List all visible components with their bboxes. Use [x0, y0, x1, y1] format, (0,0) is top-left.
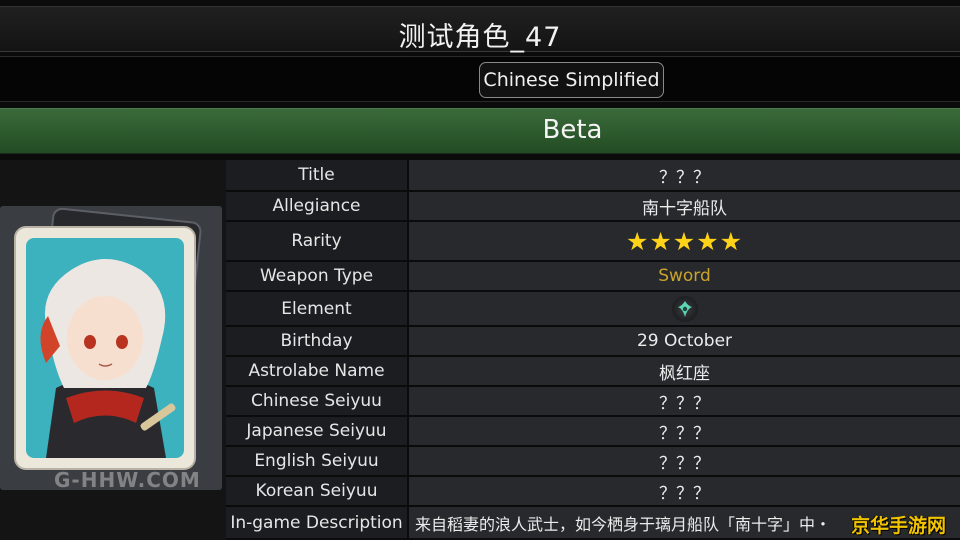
- weapon-type-link[interactable]: Sword: [658, 266, 711, 286]
- table-row: In-game Description 来自稻妻的浪人武士，如今栖身于璃月船队「…: [226, 506, 960, 540]
- table-row: Rarity ★★★★★: [226, 221, 960, 262]
- anemo-icon: [671, 295, 698, 322]
- site-watermark: 京华手游网: [851, 515, 947, 537]
- character-art: [26, 238, 184, 458]
- astrolabe-value: 枫红座: [407, 356, 960, 387]
- chinese-seiyuu-value: ？？？: [407, 386, 960, 417]
- row-label: Allegiance: [226, 191, 408, 222]
- table-row: English Seiyuu ？？？: [226, 446, 960, 477]
- english-seiyuu-value: ？？？: [407, 446, 960, 477]
- title-bar: 测试角色_47: [0, 6, 960, 53]
- birthday-value: 29 October: [407, 326, 960, 357]
- page-title: 测试角色_47: [398, 22, 562, 53]
- status-bar: Beta: [0, 108, 960, 154]
- row-label: Weapon Type: [226, 261, 408, 292]
- status-label: Beta: [542, 115, 603, 145]
- korean-seiyuu-value: ？？？: [407, 476, 960, 507]
- table-row: Element: [226, 291, 960, 327]
- row-label: Element: [226, 291, 408, 327]
- row-label: Astrolabe Name: [226, 356, 408, 387]
- row-label: In-game Description: [226, 506, 408, 540]
- portrait-watermark: G-HHW.COM: [54, 468, 201, 492]
- character-info-table: Title ？？？ Allegiance 南十字船队 Rarity ★★★★★ …: [226, 160, 960, 540]
- element-value: [407, 291, 960, 327]
- row-label: Chinese Seiyuu: [226, 386, 408, 417]
- row-label: English Seiyuu: [226, 446, 408, 477]
- title-value: ？？？: [407, 160, 960, 192]
- row-label: Japanese Seiyuu: [226, 416, 408, 447]
- character-illustration: [40, 259, 176, 458]
- table-row: Astrolabe Name 枫红座: [226, 356, 960, 387]
- allegiance-value: 南十字船队: [407, 191, 960, 222]
- character-card: [14, 226, 196, 470]
- character-portrait: G-HHW.COM: [0, 206, 222, 492]
- weapon-type-value: Sword: [407, 261, 960, 292]
- row-label: Rarity: [226, 221, 408, 262]
- language-button[interactable]: Chinese Simplified: [479, 62, 664, 98]
- table-row: Weapon Type Sword: [226, 261, 960, 292]
- rarity-stars: ★★★★★: [625, 226, 744, 256]
- table-row: Japanese Seiyuu ？？？: [226, 416, 960, 447]
- table-row: Chinese Seiyuu ？？？: [226, 386, 960, 417]
- table-row: Allegiance 南十字船队: [226, 191, 960, 222]
- table-row: Title ？？？: [226, 160, 960, 192]
- row-label: Birthday: [226, 326, 408, 357]
- rarity-value: ★★★★★: [407, 221, 960, 262]
- table-row: Birthday 29 October: [226, 326, 960, 357]
- portrait-panel: G-HHW.COM: [0, 160, 226, 540]
- row-label: Title: [226, 160, 408, 192]
- table-row: Korean Seiyuu ？？？: [226, 476, 960, 507]
- row-label: Korean Seiyuu: [226, 476, 408, 507]
- japanese-seiyuu-value: ？？？: [407, 416, 960, 447]
- language-bar: Chinese Simplified: [0, 56, 960, 102]
